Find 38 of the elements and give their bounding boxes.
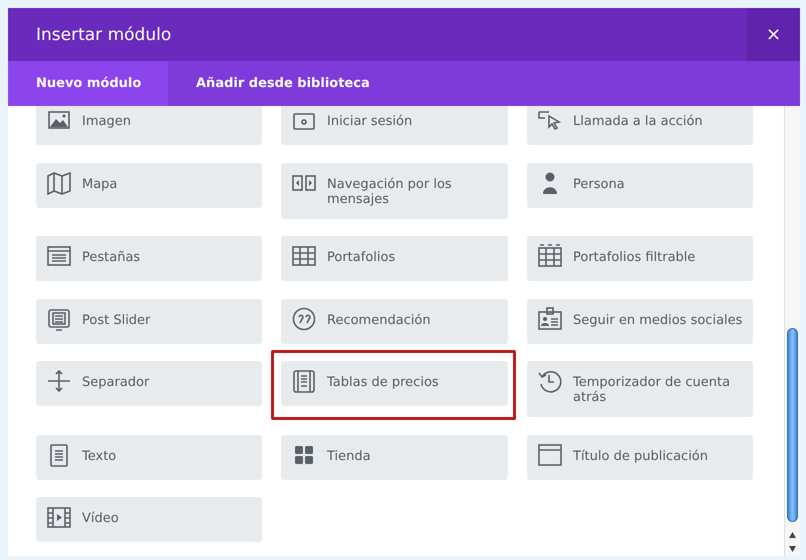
- module-button[interactable]: Recomendación: [281, 298, 508, 344]
- module-button[interactable]: Vídeo: [36, 497, 262, 542]
- clock-icon: [537, 369, 563, 393]
- module-button[interactable]: Tienda: [281, 434, 508, 480]
- tabs-icon: [46, 244, 72, 268]
- module-button[interactable]: Texto: [36, 434, 262, 480]
- window-icon: [537, 442, 563, 466]
- pricing-table-icon: [291, 369, 317, 393]
- grid-icon: [291, 244, 317, 268]
- module-button[interactable]: Mapa: [36, 162, 262, 208]
- module-button[interactable]: Llamada a la acción: [527, 106, 753, 145]
- module-button[interactable]: Título de publicación: [527, 434, 753, 480]
- tab[interactable]: Añadir desde biblioteca: [168, 61, 400, 106]
- module-button[interactable]: Pestañas: [36, 236, 262, 281]
- scroll-up-icon[interactable]: [789, 532, 796, 538]
- scrollbar[interactable]: [784, 106, 800, 556]
- module-button[interactable]: Post Slider: [36, 298, 262, 344]
- grid-icon: [537, 244, 563, 268]
- map-icon: [46, 170, 72, 194]
- scroll-down-icon[interactable]: [789, 546, 796, 552]
- tab[interactable]: Nuevo módulo: [8, 61, 168, 106]
- module-button[interactable]: Temporizador de cuenta atrás: [527, 361, 753, 417]
- dialog-title: Insertar módulo: [35, 24, 172, 46]
- id-card-icon: [537, 306, 563, 330]
- module-button[interactable]: Portafolios filtrable: [527, 236, 753, 281]
- module-button[interactable]: Persona: [527, 162, 753, 208]
- module-button[interactable]: Seguir en medios sociales: [527, 298, 753, 344]
- film-icon: [46, 505, 72, 529]
- divider-icon: [46, 369, 72, 393]
- module-button[interactable]: Separador: [36, 361, 262, 406]
- module-button[interactable]: Portafolios: [281, 236, 508, 281]
- module-button[interactable]: Imagen: [36, 106, 262, 145]
- close-button[interactable]: ×: [747, 8, 800, 61]
- cursor-icon: [537, 108, 563, 132]
- module-button[interactable]: Tablas de precios: [281, 361, 508, 406]
- image-icon: [46, 108, 72, 132]
- module-button[interactable]: Iniciar sesión: [281, 106, 508, 145]
- module-button[interactable]: Navegación por los mensajes: [281, 162, 508, 218]
